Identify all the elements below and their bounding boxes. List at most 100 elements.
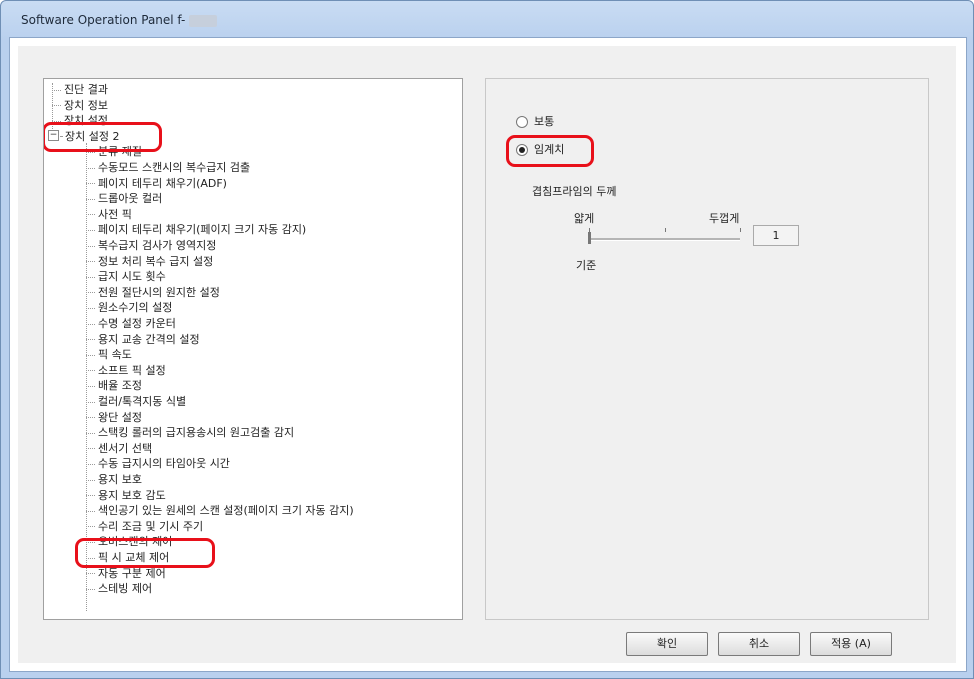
- tree-item[interactable]: 왕단 설정: [86, 411, 142, 425]
- ok-button[interactable]: 확인: [626, 632, 708, 656]
- tree-connector: [86, 432, 95, 434]
- tree-item-label: 컬러/톡격지동 식별: [98, 395, 187, 408]
- settings-tree[interactable]: − 진단 결과 장치 정보 장치 설정 장치 설정 2 분류 재질 수동모드 스캔시의 복…: [43, 78, 463, 620]
- tree-item[interactable]: 사전 픽: [86, 208, 132, 222]
- tree-item[interactable]: 수동 급지시의 타임아웃 시간: [86, 457, 230, 471]
- radio-normal-label: 보통: [534, 115, 555, 128]
- client-area: − 진단 결과 장치 정보 장치 설정 장치 설정 2 분류 재질 수동모드 스캔시의 복…: [9, 37, 967, 672]
- thick-label: 두껍게: [709, 212, 740, 225]
- tree-item[interactable]: 소프트 픽 설정: [86, 364, 166, 378]
- tree-item-label: 진단 결과: [64, 83, 108, 96]
- tree-connector: [86, 339, 95, 341]
- tree-connector: [86, 292, 95, 294]
- tree-connector: [86, 354, 95, 356]
- tree-item[interactable]: 전원 절단시의 원지한 설정: [86, 286, 220, 300]
- tree-item[interactable]: 드롭아웃 컬러: [86, 192, 162, 206]
- tree-item-label: 스테빙 제어: [98, 582, 153, 596]
- thin-label: 얇게: [574, 212, 595, 225]
- tree-connector: [86, 167, 95, 169]
- highlight-overscan-control: [75, 538, 215, 568]
- tree-item[interactable]: 진단 결과: [52, 83, 108, 97]
- tree-connector: [52, 105, 61, 107]
- highlight-specify-option: [506, 135, 594, 167]
- slider-thumb[interactable]: [588, 232, 591, 244]
- tree-item[interactable]: 정보 처리 복수 급지 설정: [86, 255, 213, 269]
- tree-connector: [86, 183, 95, 185]
- tree-connector: [86, 276, 95, 278]
- tree-connector: [86, 463, 95, 465]
- window-title-text: Software Operation Panel f-: [21, 13, 186, 27]
- tree-connector: [86, 479, 95, 481]
- tree-item-label: 색인공기 있는 원세의 스캔 설정(페이지 크기 자동 감지): [98, 504, 354, 518]
- tree-item[interactable]: 용지 보호: [86, 473, 142, 487]
- apply-button[interactable]: 적용 (A): [810, 632, 892, 656]
- tree-item-label: 수동 급지시의 타임아웃 시간: [98, 457, 230, 471]
- radio-normal[interactable]: 보통: [516, 115, 554, 129]
- tree-item-label: 용지 교송 간격의 설정: [98, 332, 200, 346]
- tree-item[interactable]: 용지 보호 감도: [86, 489, 166, 503]
- tree-item[interactable]: 수명 설정 카운터: [86, 317, 176, 331]
- tree-item[interactable]: 스테빙 제어: [86, 582, 152, 596]
- tree-connector: [86, 573, 95, 575]
- tree-item[interactable]: 수리 조금 및 기시 주기: [86, 520, 203, 534]
- tree-item[interactable]: 장치 정보: [52, 99, 108, 113]
- dialog-body: − 진단 결과 장치 정보 장치 설정 장치 설정 2 분류 재질 수동모드 스캔시의 복…: [18, 46, 956, 663]
- tree-connector: [86, 370, 95, 372]
- tree-item[interactable]: 컬러/톡격지동 식별: [86, 395, 186, 409]
- tree-item[interactable]: 페이지 테두리 채우기(페이지 크기 자동 감지): [86, 223, 306, 237]
- tree-connector: [86, 214, 95, 216]
- tree-connector: [86, 385, 95, 387]
- tree-item[interactable]: 수동모드 스캔시의 복수급지 검출: [86, 161, 250, 175]
- tree-item-label: 픽 속도: [98, 348, 132, 362]
- tree-item[interactable]: 스택킹 롤러의 급지용송시의 원고검출 감지: [86, 426, 294, 440]
- slider-track[interactable]: [590, 238, 740, 241]
- default-label: 기준: [576, 259, 597, 272]
- tree-item[interactable]: 급지 시도 횟수: [86, 270, 166, 284]
- tree-item-label: 복수급지 검사가 영역지정: [98, 239, 217, 252]
- tree-connector: [86, 588, 95, 590]
- tree-connector: [86, 261, 95, 263]
- tree-item-label: 드롭아웃 컬러: [98, 192, 163, 206]
- tree-item[interactable]: 용지 교송 간격의 설정: [86, 333, 200, 347]
- tree-item[interactable]: 페이지 테두리 채우기(ADF): [86, 177, 227, 191]
- application-window: Software Operation Panel f- − 진단 결과 장치 정보…: [0, 0, 974, 679]
- tree-item-label: 소프트 픽 설정: [98, 363, 166, 377]
- tree-connector: [86, 448, 95, 450]
- tree-item[interactable]: 픽 속도: [86, 348, 132, 362]
- tree-item-label: 자동 구분 제어: [98, 566, 166, 580]
- tree-connector: [86, 198, 95, 200]
- tree-connector: [86, 229, 95, 231]
- tree-item[interactable]: 복수급지 검사가 영역지정: [86, 239, 216, 253]
- tree-item[interactable]: 센서기 선택: [86, 442, 152, 456]
- tree-connector: [86, 417, 95, 419]
- tree-item-label: 센서기 선택: [98, 441, 153, 455]
- tree-item-label: 원소수기의 설정: [98, 301, 173, 315]
- tree-item-label: 급지 시도 횟수: [98, 270, 166, 284]
- redacted-label: [189, 14, 218, 27]
- tree-connector: [86, 245, 95, 247]
- tree-item-label: 수동모드 스캔시의 복수급지 검출: [98, 161, 251, 174]
- title-bar[interactable]: Software Operation Panel f-: [1, 1, 973, 37]
- tree-connector: [86, 151, 95, 153]
- tree-item[interactable]: 색인공기 있는 원세의 스캔 설정(페이지 크기 자동 감지): [86, 504, 354, 518]
- tree-item-label: 수명 설정 카운터: [98, 317, 176, 330]
- tree-item[interactable]: 원소수기의 설정: [86, 301, 172, 315]
- highlight-device-setting-2: [44, 122, 162, 152]
- radio-normal-icon: [516, 116, 528, 128]
- tree-connector: [86, 323, 95, 325]
- tree-item[interactable]: 배율 조정: [86, 379, 142, 393]
- tree-item-label: 전원 절단시의 원지한 설정: [98, 285, 220, 299]
- tree-connector: [86, 526, 95, 528]
- tree-item-label: 스택킹 롤러의 급지용송시의 원고검출 감지: [98, 426, 295, 440]
- tree-item-label: 페이지 테두리 채우기(페이지 크기 자동 감지): [98, 223, 307, 237]
- slider-tick: [740, 228, 741, 232]
- tree-connector: [86, 401, 95, 403]
- cancel-button[interactable]: 취소: [718, 632, 800, 656]
- tree-item-label: 사전 픽: [98, 207, 132, 221]
- tree-connector: [86, 510, 95, 512]
- tree-item-label: 장치 정보: [64, 98, 108, 112]
- tree-item[interactable]: 자동 구분 제어: [86, 567, 166, 581]
- slider-tick: [665, 228, 666, 232]
- slider-value-box: 1: [753, 225, 799, 246]
- tree-item-label: 수리 조금 및 기시 주기: [98, 519, 204, 533]
